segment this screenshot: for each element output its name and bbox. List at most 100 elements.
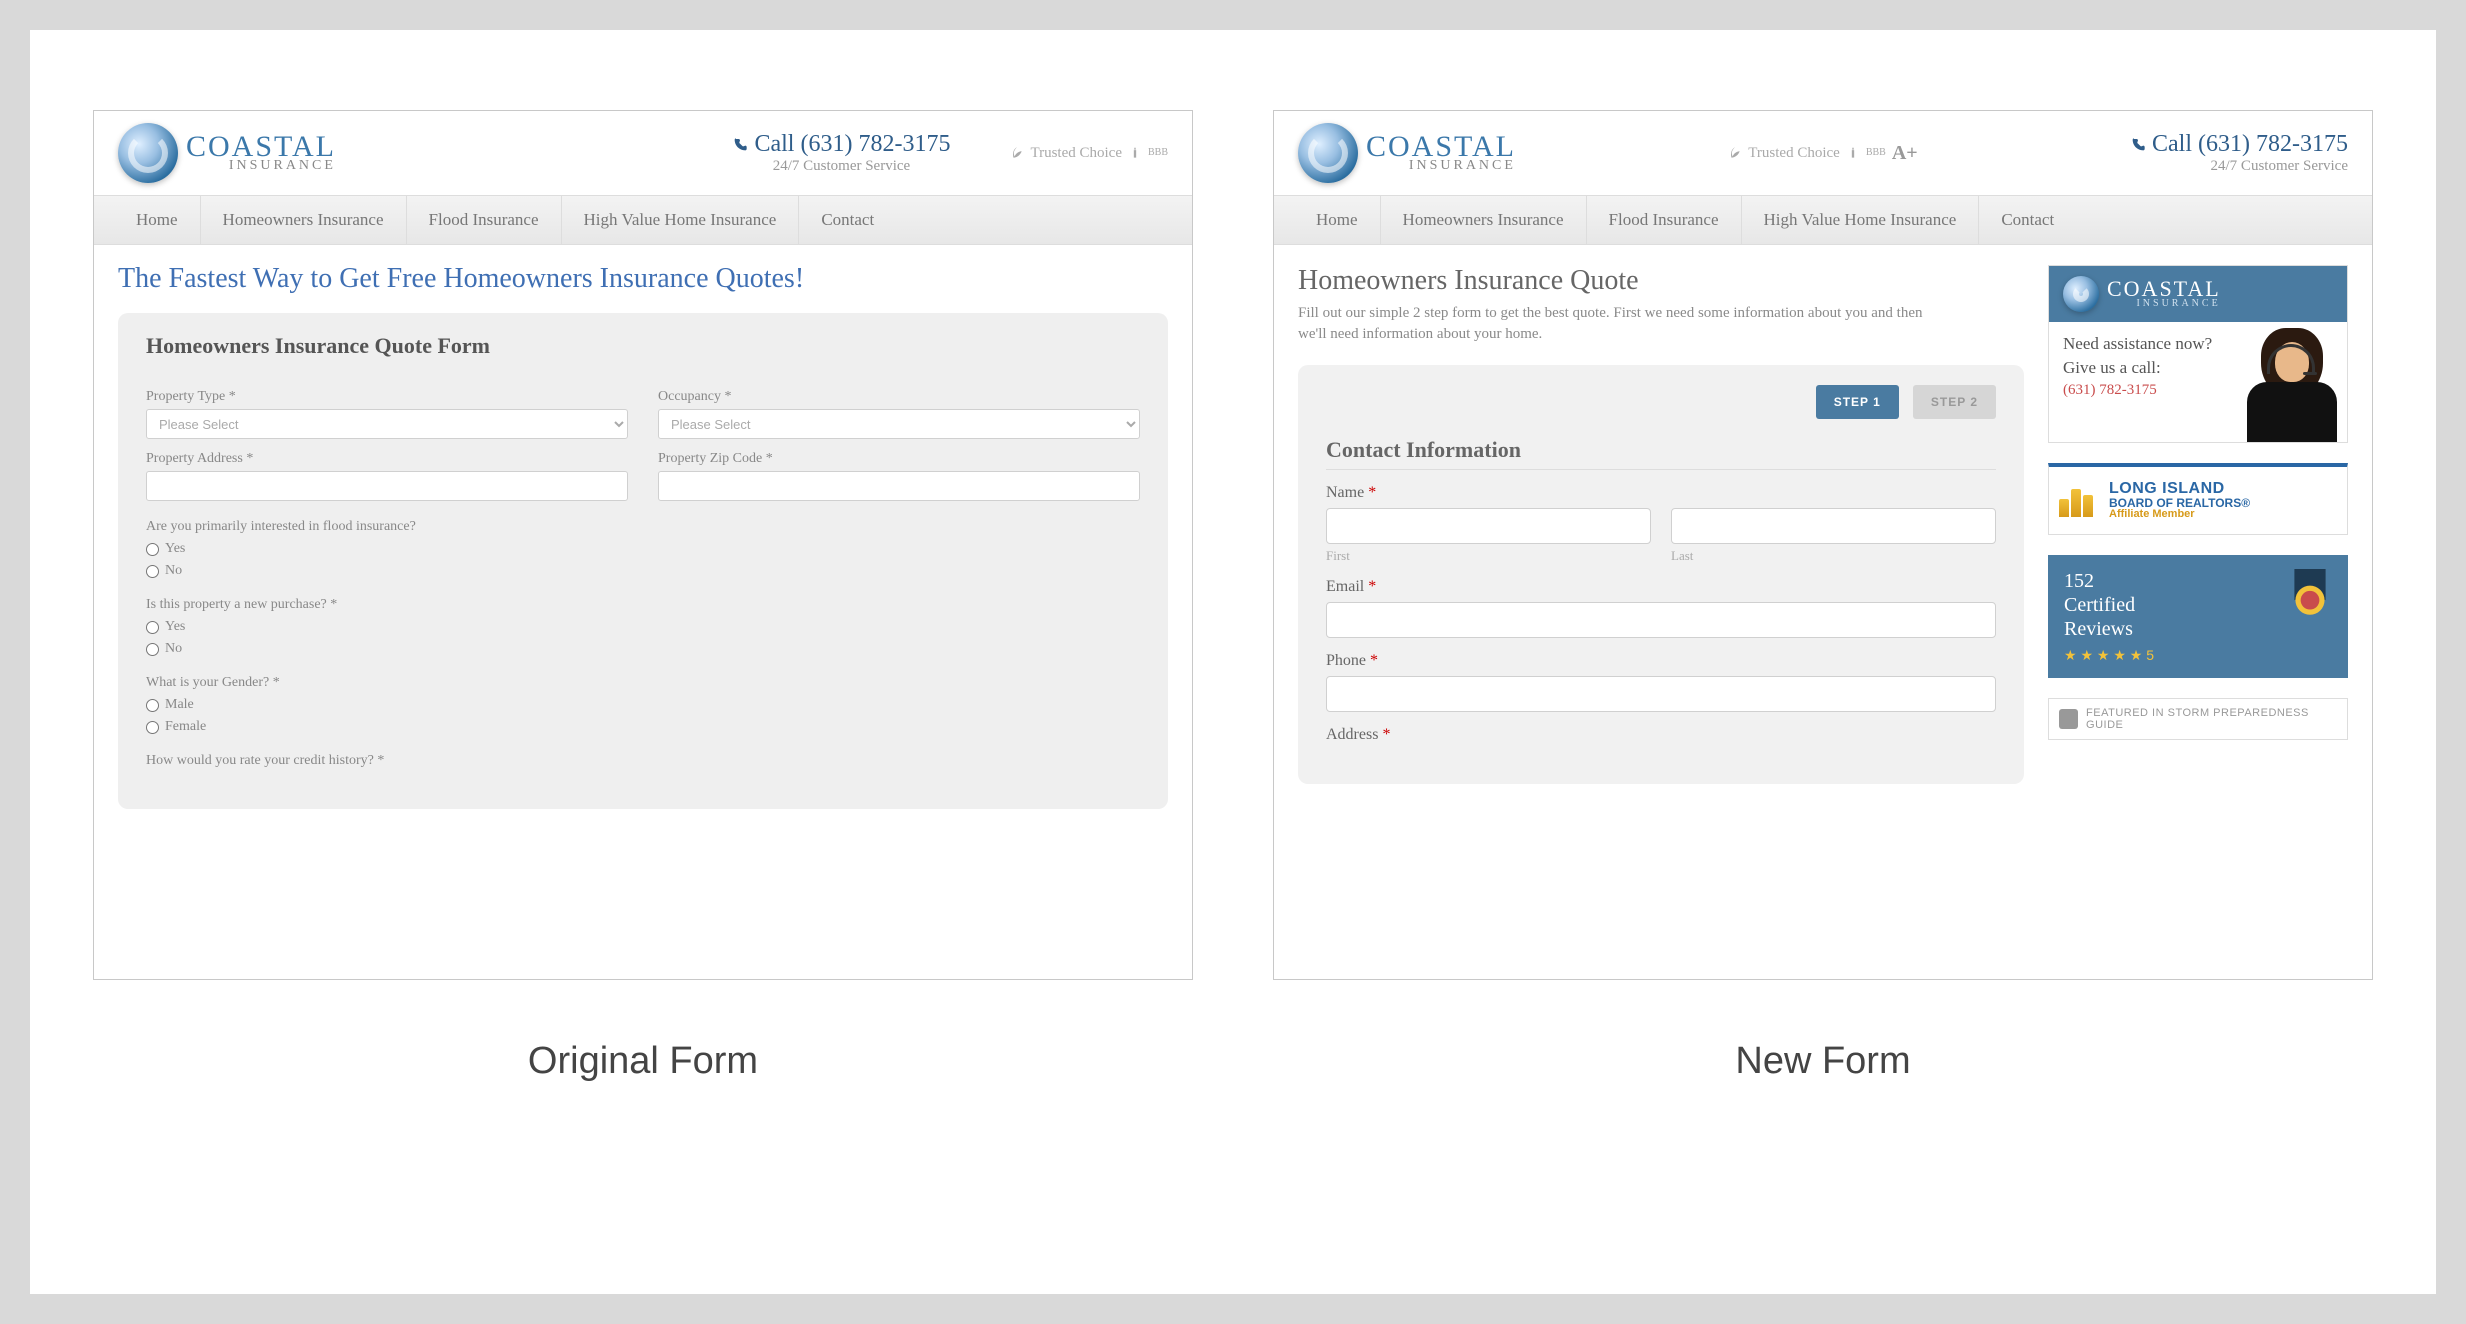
flood-no-radio[interactable]	[146, 565, 159, 578]
opt-yes-label: Yes	[165, 541, 185, 557]
opt-yes-label: Yes	[165, 619, 185, 635]
bbb-icon: BBB	[1866, 148, 1886, 158]
brand-main: COASTAL	[1366, 133, 1516, 160]
gender-female-radio[interactable]	[146, 721, 159, 734]
property-type-select[interactable]: Please Select	[146, 409, 628, 439]
newpurchase-no-radio[interactable]	[146, 643, 159, 656]
call-block[interactable]: Call (631) 782-3175 24/7 Customer Servic…	[2130, 131, 2348, 175]
gender-male-radio[interactable]	[146, 699, 159, 712]
reviews-line-2: Certified	[2064, 593, 2154, 617]
email-input[interactable]	[1326, 602, 1996, 638]
libor-line-1: LONG ISLAND	[2109, 481, 2250, 497]
brand-logo[interactable]: COASTAL INSURANCE	[1298, 123, 1516, 183]
nav-item-homeowners[interactable]: Homeowners Insurance	[201, 196, 407, 244]
nav-item-contact[interactable]: Contact	[799, 196, 896, 244]
name-label: Name *	[1326, 484, 1996, 502]
step-2-button[interactable]: STEP 2	[1913, 385, 1996, 419]
main-nav: Home Homeowners Insurance Flood Insuranc…	[94, 195, 1192, 245]
featured-text: FEATURED IN STORM PREPAREDNESS GUIDE	[2086, 707, 2337, 731]
occupancy-label: Occupancy *	[658, 389, 1140, 405]
logo-swirl-icon	[2063, 276, 2099, 312]
brand-main: COASTAL	[186, 133, 336, 160]
first-name-input[interactable]	[1326, 508, 1651, 544]
call-line: Call (631) 782-3175	[2130, 131, 2348, 158]
nav-item-home[interactable]: Home	[114, 196, 201, 244]
nav-item-contact[interactable]: Contact	[1979, 196, 2076, 244]
rating-value: 5	[2146, 647, 2154, 663]
reviews-line-3: Reviews	[2064, 617, 2154, 641]
form-heading: Homeowners Insurance Quote Form	[146, 333, 1140, 359]
new-purchase-question: Is this property a new purchase? *	[146, 597, 1140, 613]
leaf-icon	[1010, 146, 1024, 160]
logo-swirl-icon	[1298, 123, 1358, 183]
new-form-panel: COASTAL INSURANCE Trusted Choice BBB A+	[1273, 110, 2373, 980]
new-main-column: Homeowners Insurance Quote Fill out our …	[1298, 265, 2024, 784]
new-caption: New Form	[1273, 1040, 2373, 1083]
flood-question: Are you primarily interested in flood in…	[146, 519, 1140, 535]
nav-item-homeowners[interactable]: Homeowners Insurance	[1381, 196, 1587, 244]
opt-no-label: No	[165, 641, 182, 657]
nav-item-highvalue[interactable]: High Value Home Insurance	[562, 196, 800, 244]
phone-label-text: Phone	[1326, 652, 1366, 669]
nav-item-flood[interactable]: Flood Insurance	[1587, 196, 1742, 244]
phone-icon	[2130, 137, 2146, 153]
flood-yes-radio[interactable]	[146, 543, 159, 556]
header: COASTAL INSURANCE Call (631) 782-3175 24…	[94, 111, 1192, 183]
opt-female-label: Female	[165, 719, 206, 735]
brand-main: COASTAL	[2107, 279, 2221, 299]
call-sub: 24/7 Customer Service	[2130, 158, 2348, 175]
newpurchase-no-option[interactable]: No	[146, 641, 1140, 657]
gender-male-option[interactable]: Male	[146, 697, 1140, 713]
gender-female-option[interactable]: Female	[146, 719, 1140, 735]
address-label: Address *	[1326, 726, 1996, 744]
trusted-choice-text: Trusted Choice	[1030, 145, 1122, 162]
brand-logo[interactable]: COASTAL INSURANCE	[118, 123, 336, 183]
logo-text: COASTAL INSURANCE	[186, 133, 336, 173]
email-label-text: Email	[1326, 578, 1364, 595]
gender-question: What is your Gender? *	[146, 675, 1140, 691]
flood-yes-option[interactable]: Yes	[146, 541, 1140, 557]
call-sub: 24/7 Customer Service	[732, 158, 950, 175]
featured-square-icon	[2059, 709, 2078, 729]
agent-illustration-icon	[2237, 322, 2347, 442]
phone-input[interactable]	[1326, 676, 1996, 712]
name-label-text: Name	[1326, 484, 1364, 501]
original-form-panel: COASTAL INSURANCE Call (631) 782-3175 24…	[93, 110, 1193, 980]
libor-line-3: Affiliate Member	[2109, 509, 2250, 520]
sidebar: COASTAL INSURANCE Need assistance now? G…	[2048, 265, 2348, 784]
comparison-row: COASTAL INSURANCE Call (631) 782-3175 24…	[70, 110, 2396, 980]
occupancy-select[interactable]: Please Select	[658, 409, 1140, 439]
featured-badge: FEATURED IN STORM PREPAREDNESS GUIDE	[2048, 698, 2348, 740]
nav-item-home[interactable]: Home	[1294, 196, 1381, 244]
nav-item-highvalue[interactable]: High Value Home Insurance	[1742, 196, 1980, 244]
new-form-card: STEP 1 STEP 2 Contact Information Name *…	[1298, 365, 2024, 784]
star-rating: ★ ★ ★ ★ ★ 5	[2064, 647, 2154, 664]
page-title: Homeowners Insurance Quote	[1298, 265, 2024, 297]
torch-icon	[1846, 146, 1860, 160]
main-nav: Home Homeowners Insurance Flood Insuranc…	[1274, 195, 2372, 245]
assistance-widget: COASTAL INSURANCE Need assistance now? G…	[2048, 265, 2348, 443]
flood-no-option[interactable]: No	[146, 563, 1140, 579]
last-name-hint: Last	[1671, 548, 1996, 564]
last-name-input[interactable]	[1671, 508, 1996, 544]
call-line: Call (631) 782-3175	[732, 131, 950, 158]
property-zip-label: Property Zip Code *	[658, 451, 1140, 467]
header: COASTAL INSURANCE Trusted Choice BBB A+	[1274, 111, 2372, 183]
reviews-widget[interactable]: 152 Certified Reviews ★ ★ ★ ★ ★ 5	[2048, 555, 2348, 678]
phone-icon	[732, 137, 748, 153]
original-caption: Original Form	[93, 1040, 1193, 1083]
step-1-button[interactable]: STEP 1	[1816, 385, 1899, 419]
contact-section-heading: Contact Information	[1326, 437, 1996, 470]
torch-icon	[1128, 146, 1142, 160]
bbb-rating: A+	[1892, 142, 1918, 165]
property-zip-input[interactable]	[658, 471, 1140, 501]
newpurchase-yes-option[interactable]: Yes	[146, 619, 1140, 635]
logo-swirl-icon	[118, 123, 178, 183]
property-address-input[interactable]	[146, 471, 628, 501]
nav-item-flood[interactable]: Flood Insurance	[407, 196, 562, 244]
bbb-icon: BBB	[1148, 148, 1168, 158]
call-block[interactable]: Call (631) 782-3175 24/7 Customer Servic…	[732, 131, 950, 175]
reviews-count: 152	[2064, 569, 2154, 593]
comparison-page: COASTAL INSURANCE Call (631) 782-3175 24…	[30, 30, 2436, 1294]
newpurchase-yes-radio[interactable]	[146, 621, 159, 634]
